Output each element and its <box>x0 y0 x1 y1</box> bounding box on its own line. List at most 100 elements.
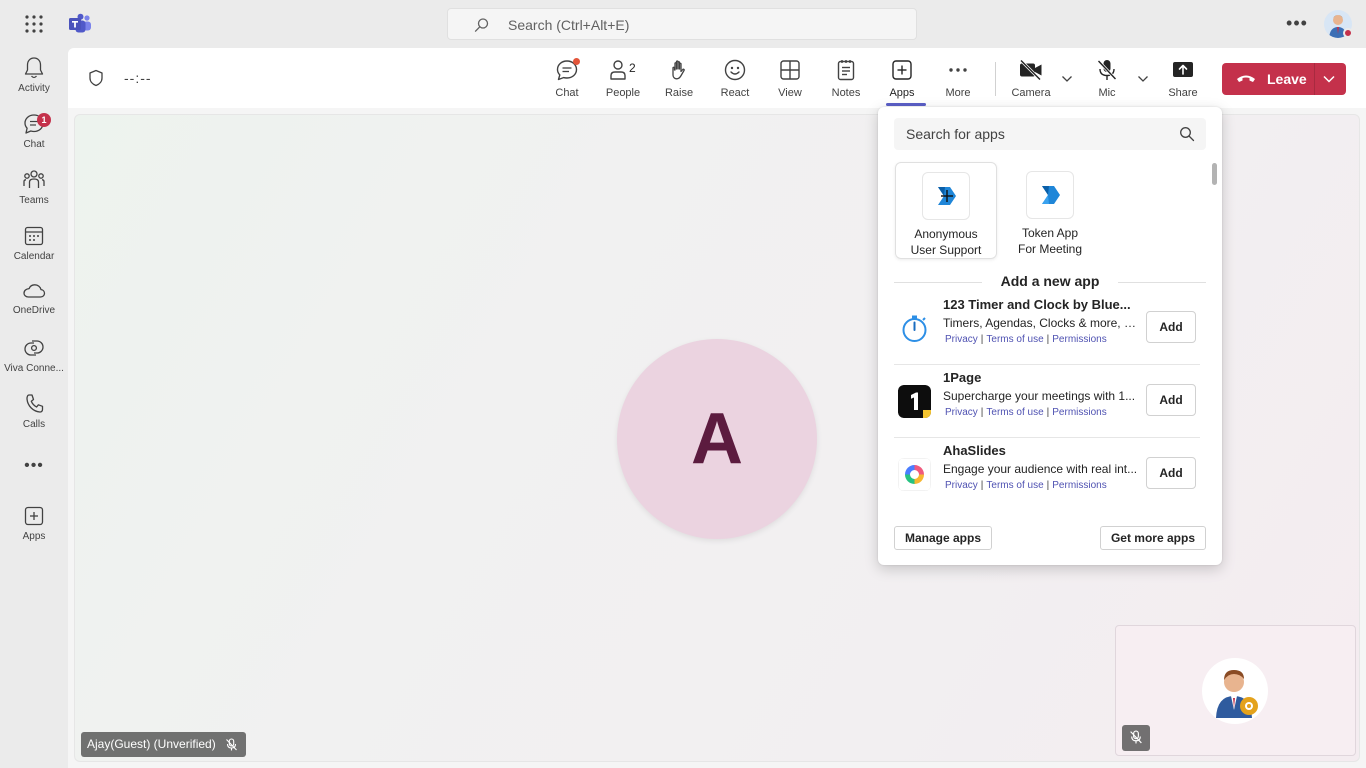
power-automate-icon <box>1042 186 1060 204</box>
mic-options-chevron-icon[interactable] <box>1136 72 1150 86</box>
react-button[interactable]: React <box>709 58 761 102</box>
rail-label: Teams <box>19 195 49 206</box>
permissions-link[interactable]: Permissions <box>1052 407 1106 418</box>
rail-label: Apps <box>22 531 46 542</box>
participant-name-tag: Ajay(Guest) (Unverified) <box>81 732 246 757</box>
camera-options-chevron-icon[interactable] <box>1060 72 1074 86</box>
toolbar-label: View <box>778 87 802 99</box>
chat-button[interactable]: Chat <box>541 58 593 102</box>
app-description: Supercharge your meetings with 1... <box>943 389 1136 403</box>
app-search-placeholder: Search for apps <box>906 126 1005 142</box>
raise-hand-button[interactable]: Raise <box>653 58 705 102</box>
rail-label: Viva Conne... <box>4 363 64 374</box>
add-app-button[interactable]: Add <box>1146 311 1196 343</box>
app-launcher-icon[interactable] <box>22 12 46 36</box>
shield-icon[interactable] <box>88 69 104 87</box>
app-links: Privacy | Terms of use | Permissions <box>945 407 1107 418</box>
add-app-button[interactable]: Add <box>1146 457 1196 489</box>
new-message-dot <box>573 58 580 65</box>
leave-divider <box>1314 63 1315 95</box>
people-button[interactable]: 2 People <box>597 58 649 102</box>
rail-item-teams[interactable]: Teams <box>0 168 68 220</box>
rail-item-viva-connections[interactable]: Viva Conne... <box>0 336 68 388</box>
app-tile <box>922 172 970 220</box>
view-button[interactable]: View <box>764 58 816 102</box>
rail-label: OneDrive <box>12 305 56 316</box>
apps-button[interactable]: Apps <box>876 58 928 102</box>
terms-link[interactable]: Terms of use <box>986 407 1043 418</box>
search-input[interactable]: Search (Ctrl+Alt+E) <box>447 8 917 40</box>
mic-button[interactable]: Mic <box>1081 58 1133 102</box>
app-tile <box>1026 171 1074 219</box>
get-more-apps-button[interactable]: Get more apps <box>1099 526 1206 550</box>
add-new-app-heading: Add a new app <box>894 273 1206 291</box>
ahaslides-app-icon <box>898 458 931 491</box>
rail-item-calls[interactable]: Calls <box>0 392 68 444</box>
flyout-scrollbar[interactable] <box>1212 163 1217 185</box>
toolbar-label: Apps <box>889 87 915 99</box>
app-list-item[interactable]: 1Page Supercharge your meetings with 1..… <box>894 365 1200 438</box>
rail-item-activity[interactable]: Activity <box>0 56 68 108</box>
pinned-label-line: Token App <box>1021 226 1079 240</box>
pinned-app-token-app[interactable]: Token App For Meeting <box>999 162 1101 259</box>
terms-link[interactable]: Terms of use <box>986 480 1043 491</box>
rail-more-apps-button[interactable]: ••• <box>0 456 68 480</box>
self-mic-status <box>1122 725 1150 751</box>
raise-hand-icon <box>672 60 685 80</box>
phone-icon <box>26 394 44 413</box>
privacy-link[interactable]: Privacy <box>945 407 978 418</box>
rail-item-chat[interactable]: 1 Chat <box>0 112 68 164</box>
camera-button[interactable]: Camera <box>1005 58 1057 102</box>
rail-item-onedrive[interactable]: OneDrive <box>0 280 68 332</box>
manage-apps-button[interactable]: Manage apps <box>894 526 993 550</box>
app-list-item[interactable]: 123 Timer and Clock by Blue... Timers, A… <box>894 292 1200 365</box>
participant-count: 2 <box>629 61 636 75</box>
toolbar-label: More <box>945 87 971 99</box>
terms-link[interactable]: Terms of use <box>986 334 1043 345</box>
share-screen-icon <box>1173 62 1193 77</box>
more-actions-button[interactable]: More <box>932 58 984 102</box>
toolbar-label: Chat <box>555 87 579 99</box>
mic-off-icon <box>1130 730 1142 744</box>
toolbar-label: Mic <box>1098 87 1116 99</box>
leave-label: Leave <box>1267 71 1307 87</box>
pinned-label-line: User Support <box>910 243 982 257</box>
leave-button[interactable]: Leave <box>1222 63 1346 95</box>
toolbar-label: Notes <box>831 87 861 99</box>
toolbar-label: Share <box>1168 87 1198 99</box>
rail-item-calendar[interactable]: Calendar <box>0 224 68 276</box>
app-search-input[interactable]: Search for apps <box>894 118 1206 150</box>
unread-badge: 1 <box>37 113 51 127</box>
app-description: Engage your audience with real int... <box>943 462 1138 476</box>
permissions-link[interactable]: Permissions <box>1052 334 1106 345</box>
share-button[interactable]: Share <box>1157 58 1209 102</box>
timer-app-icon <box>898 312 931 345</box>
app-bar: Activity 1 Chat Teams Calendar OneDrive … <box>0 48 68 768</box>
toolbar-label: Camera <box>1011 87 1051 99</box>
more-icon <box>949 68 967 72</box>
plus-square-icon <box>892 60 912 80</box>
toolbar-label: Raise <box>664 87 694 99</box>
privacy-link[interactable]: Privacy <box>945 480 978 491</box>
teams-logo-icon <box>68 12 92 36</box>
mic-off-icon <box>1097 59 1117 81</box>
notes-icon <box>837 60 855 81</box>
rail-label: Calls <box>22 419 46 430</box>
settings-more-button[interactable]: ••• <box>1285 10 1309 38</box>
bell-icon <box>24 57 44 79</box>
apps-flyout: Search for apps Anonymous User Support To… <box>878 107 1222 565</box>
app-name: 1Page <box>943 370 982 385</box>
rail-item-apps[interactable]: Apps <box>0 504 68 556</box>
calendar-icon <box>24 226 44 246</box>
pinned-app-anonymous-user-support[interactable]: Anonymous User Support <box>895 162 997 259</box>
self-view-tile[interactable] <box>1115 625 1356 756</box>
privacy-link[interactable]: Privacy <box>945 334 978 345</box>
permissions-link[interactable]: Permissions <box>1052 480 1106 491</box>
app-list-item[interactable]: AhaSlides Engage your audience with real… <box>894 438 1200 511</box>
add-app-button[interactable]: Add <box>1146 384 1196 416</box>
app-name: 123 Timer and Clock by Blue... <box>943 297 1131 312</box>
leave-options-chevron-icon[interactable] <box>1322 72 1336 86</box>
pinned-label-line: For Meeting <box>1017 242 1083 256</box>
notes-button[interactable]: Notes <box>820 58 872 102</box>
pinned-app-label: Anonymous User Support <box>896 226 996 258</box>
